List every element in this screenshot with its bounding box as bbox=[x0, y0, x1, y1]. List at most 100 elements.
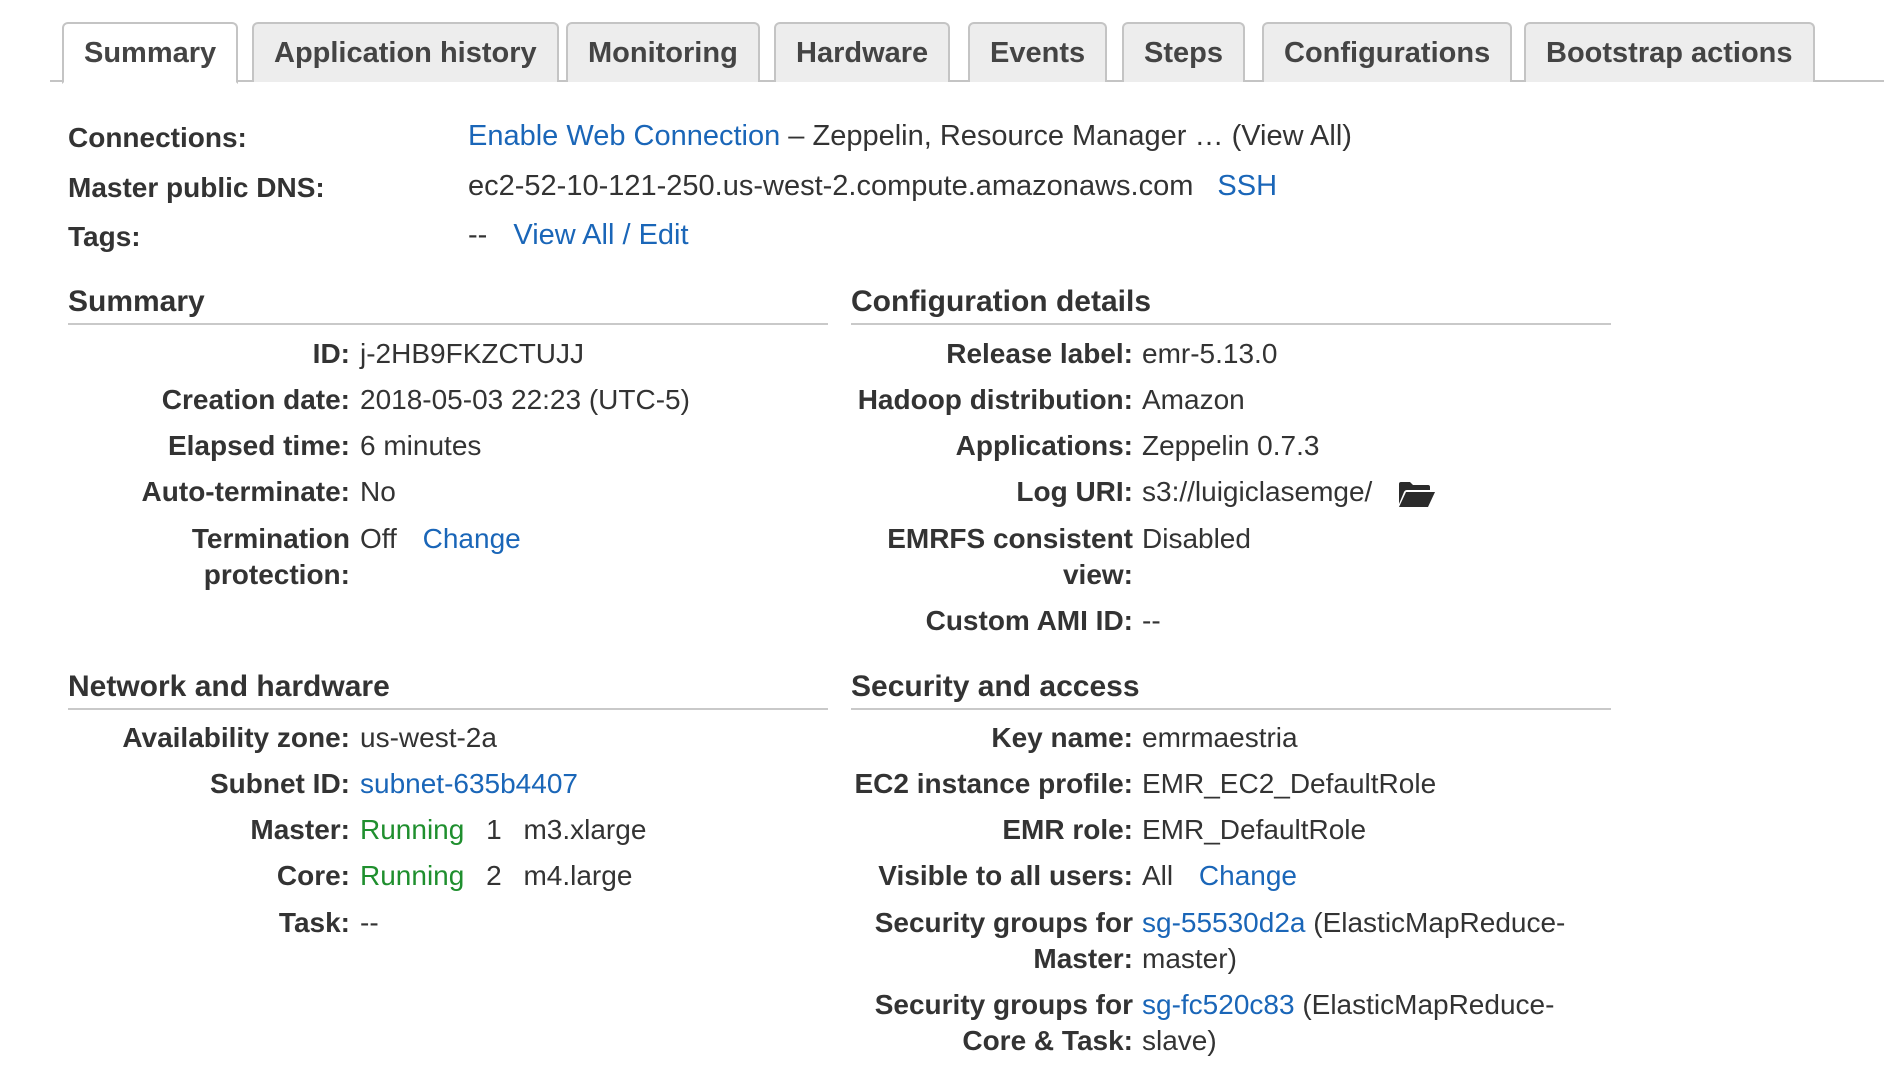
release-label-label: Release label: bbox=[946, 338, 1133, 369]
master-dns-label: Master public DNS: bbox=[68, 172, 325, 203]
ec2-profile-row: EC2 instance profile: bbox=[851, 766, 1133, 802]
release-label-value: emr-5.13.0 bbox=[1142, 338, 1278, 369]
tab-hardware[interactable]: Hardware bbox=[774, 22, 951, 82]
sg-core-value: sg-fc520c83 (ElasticMapReduce- bbox=[1142, 987, 1554, 1023]
id-value: j-2HB9FKZCTUJJ bbox=[360, 338, 585, 369]
tab-monitoring[interactable]: Monitoring bbox=[566, 22, 760, 82]
emrfs-row: EMRFS consistent bbox=[851, 521, 1133, 557]
sg-core-label-2: Core & Task: bbox=[962, 1025, 1133, 1056]
master-count: 1 bbox=[486, 814, 502, 845]
custom-ami-value: -- bbox=[1142, 605, 1161, 636]
key-name-label: Key name: bbox=[991, 722, 1133, 753]
termination-protection-value: Off Change bbox=[360, 521, 521, 557]
tab-summary[interactable]: Summary bbox=[62, 22, 239, 84]
sg-core-rest-1: (ElasticMapReduce- bbox=[1302, 989, 1555, 1020]
ec2-profile-value: EMR_EC2_DefaultRole bbox=[1142, 768, 1437, 799]
tab-application-history[interactable]: Application history bbox=[252, 22, 559, 82]
emrfs-row-2: view: bbox=[851, 557, 1133, 593]
visible-all-row: Visible to all users: bbox=[851, 858, 1133, 894]
visible-all-label: Visible to all users: bbox=[878, 860, 1133, 891]
custom-ami-row: Custom AMI ID: bbox=[851, 603, 1133, 639]
connections-value: Enable Web Connection – Zeppelin, Resour… bbox=[468, 120, 1352, 153]
emrfs-value: Disabled bbox=[1142, 523, 1251, 554]
termination-protection-row: Termination bbox=[68, 521, 350, 557]
sg-core-rest-2: slave) bbox=[1142, 1025, 1217, 1056]
task-row: Task: bbox=[68, 905, 350, 941]
core-label: Core: bbox=[276, 860, 350, 891]
emrfs-label-1: EMRFS consistent bbox=[887, 523, 1133, 554]
tags-value: -- View All / Edit bbox=[468, 219, 689, 252]
sg-master-label-2: Master: bbox=[1033, 943, 1133, 974]
creation-date-row: Creation date: bbox=[68, 382, 350, 418]
master-dns-row: Master public DNS: bbox=[68, 172, 325, 204]
sg-core-link[interactable]: sg-fc520c83 bbox=[1142, 989, 1295, 1020]
emr-role-value: EMR_DefaultRole bbox=[1142, 814, 1367, 845]
subnet-value: subnet-635b4407 bbox=[360, 766, 578, 802]
task-label: Task: bbox=[278, 907, 350, 938]
tab-configurations[interactable]: Configurations bbox=[1262, 22, 1513, 82]
emr-role-row: EMR role: bbox=[851, 812, 1133, 848]
master-value: Running 1 m3.xlarge bbox=[360, 812, 646, 848]
release-label-row: Release label: bbox=[851, 336, 1133, 372]
sg-core-row-2: Core & Task: bbox=[851, 1023, 1133, 1059]
emr-role-label: EMR role: bbox=[1002, 814, 1133, 845]
tab-steps[interactable]: Steps bbox=[1122, 22, 1245, 82]
termination-protection-label-2: protection: bbox=[203, 559, 350, 590]
elapsed-time-value: 6 minutes bbox=[360, 430, 482, 461]
applications-value: Zeppelin 0.7.3 bbox=[1142, 430, 1320, 461]
sg-core-label-1: Security groups for bbox=[874, 989, 1133, 1020]
availability-zone-value: us-west-2a bbox=[360, 722, 497, 753]
hadoop-distribution-label: Hadoop distribution: bbox=[857, 384, 1133, 415]
key-name-value: emrmaestria bbox=[1142, 722, 1298, 753]
availability-zone-label: Availability zone: bbox=[122, 722, 350, 753]
tab-events[interactable]: Events bbox=[968, 22, 1108, 82]
elapsed-time-label: Elapsed time: bbox=[167, 430, 350, 461]
sg-master-value: sg-55530d2a (ElasticMapReduce- bbox=[1142, 905, 1565, 941]
connections-row: Connections: bbox=[68, 122, 247, 154]
summary-id-row: ID: bbox=[68, 336, 350, 372]
elapsed-time-row: Elapsed time: bbox=[68, 428, 350, 464]
visible-all-change-link[interactable]: Change bbox=[1199, 860, 1297, 891]
log-uri-row: Log URI: bbox=[851, 474, 1133, 510]
folder-open-icon[interactable] bbox=[1398, 480, 1436, 508]
connections-rest[interactable]: – Zeppelin, Resource Manager … (View All… bbox=[788, 120, 1352, 152]
applications-label: Applications: bbox=[955, 430, 1133, 461]
tab-bootstrap-actions[interactable]: Bootstrap actions bbox=[1524, 22, 1815, 82]
core-status: Running bbox=[360, 860, 465, 891]
master-dns-text: ec2-52-10-121-250.us-west-2.compute.amaz… bbox=[468, 170, 1194, 202]
subnet-link[interactable]: subnet-635b4407 bbox=[360, 768, 578, 799]
creation-date-value: 2018-05-03 22:23 (UTC-5) bbox=[360, 384, 690, 415]
master-status: Running bbox=[360, 814, 465, 845]
visible-all-text: All bbox=[1142, 860, 1174, 891]
sg-master-row-2: Master: bbox=[851, 941, 1133, 977]
id-label: ID: bbox=[312, 338, 350, 369]
sg-master-link[interactable]: sg-55530d2a bbox=[1142, 907, 1305, 938]
key-name-row: Key name: bbox=[851, 720, 1133, 756]
termination-protection-label-1: Termination bbox=[191, 523, 350, 554]
log-uri-value: s3://luigiclasemge/ bbox=[1142, 474, 1436, 510]
tags-label: Tags: bbox=[68, 221, 141, 252]
security-section-title: Security and access bbox=[851, 670, 1611, 710]
sg-master-row: Security groups for bbox=[851, 905, 1133, 941]
master-type: m3.xlarge bbox=[523, 814, 647, 845]
master-label: Master: bbox=[250, 814, 350, 845]
termination-protection-change-link[interactable]: Change bbox=[423, 523, 521, 554]
sg-master-rest-2: master) bbox=[1142, 943, 1237, 974]
log-uri-label: Log URI: bbox=[1016, 476, 1133, 507]
custom-ami-label: Custom AMI ID: bbox=[925, 605, 1133, 636]
core-row: Core: bbox=[68, 858, 350, 894]
core-type: m4.large bbox=[523, 860, 633, 891]
core-value: Running 2 m4.large bbox=[360, 858, 632, 894]
task-value: -- bbox=[360, 907, 379, 938]
sg-master-label-1: Security groups for bbox=[874, 907, 1133, 938]
auto-terminate-value: No bbox=[360, 476, 396, 507]
master-dns-value: ec2-52-10-121-250.us-west-2.compute.amaz… bbox=[468, 170, 1277, 203]
termination-protection-row-2: protection: bbox=[68, 557, 350, 593]
visible-all-value: All Change bbox=[1142, 858, 1297, 894]
ssh-link[interactable]: SSH bbox=[1217, 170, 1277, 202]
enable-web-connection-link[interactable]: Enable Web Connection bbox=[468, 120, 780, 152]
termination-protection-text: Off bbox=[360, 523, 397, 554]
tab-bar: Summary Application history Monitoring H… bbox=[50, 20, 1884, 84]
tags-view-edit-link[interactable]: View All / Edit bbox=[513, 219, 688, 251]
master-row: Master: bbox=[68, 812, 350, 848]
